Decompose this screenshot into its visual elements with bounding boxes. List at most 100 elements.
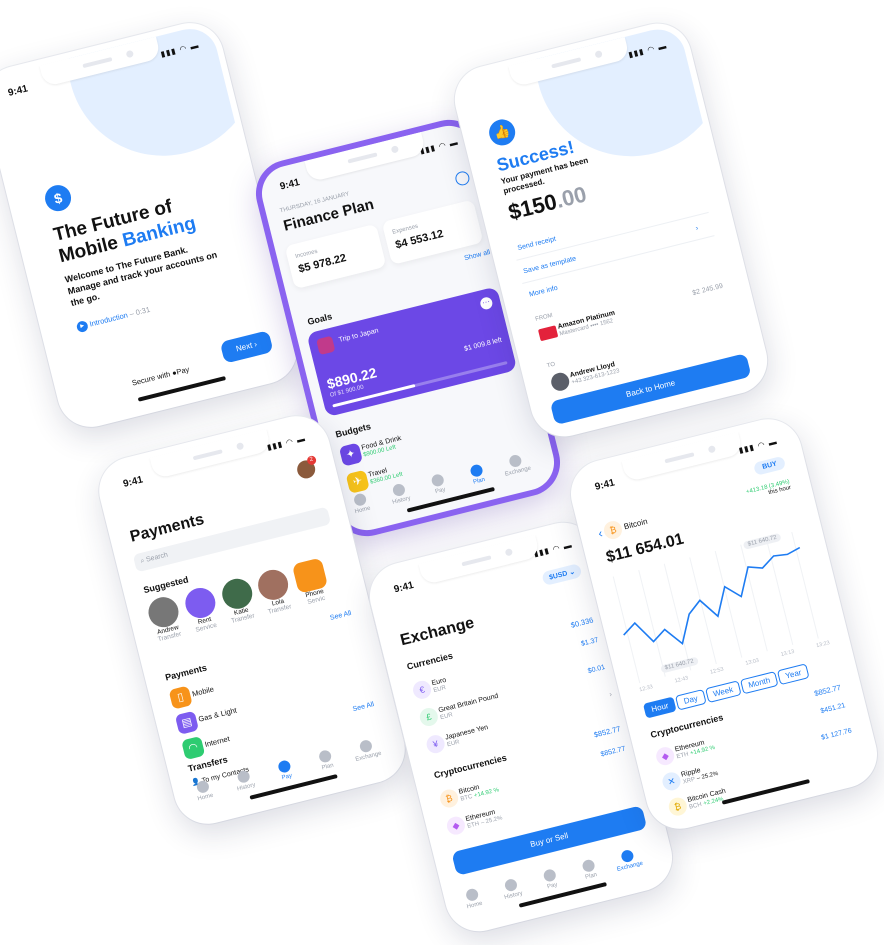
see-all-link[interactable]: See All: [352, 701, 375, 713]
avatar: [549, 370, 572, 393]
building-icon: [181, 584, 219, 622]
notification-badge: 2: [306, 454, 318, 466]
status-time: 9:41: [593, 477, 616, 493]
x-tick-label: 13:13: [780, 648, 796, 659]
next-button[interactable]: Next ›: [219, 330, 274, 364]
suggested-list: Andrew Transfer Rent Service Katie Transfer…: [142, 557, 334, 645]
chart-gridline: [638, 569, 666, 677]
show-all-link[interactable]: Show all: [464, 249, 491, 262]
x-tick-label: 13:23: [815, 640, 831, 650]
introduction-link[interactable]: ▶ Introduction – 0:31: [75, 304, 152, 334]
plan-icon: [469, 463, 484, 478]
home-icon: [195, 779, 211, 795]
status-time: 9:41: [6, 83, 30, 99]
bitcoin-icon: ₿: [602, 519, 625, 541]
pound-icon: £: [417, 706, 440, 728]
tab-history[interactable]: History: [490, 874, 534, 903]
ethereum-icon: ◆: [445, 814, 467, 837]
tab-plan[interactable]: Plan: [568, 855, 612, 884]
ripple-icon: ✕: [660, 770, 683, 793]
mastercard-icon: [537, 325, 559, 342]
payment-item-mobile[interactable]: ▯ Mobile: [168, 680, 217, 710]
incomes-card[interactable]: Incomes $5 978.22: [284, 223, 387, 290]
status-time: 9:41: [392, 579, 415, 596]
signal-icon: ▮▮▮ ◠ ▬: [737, 436, 779, 456]
chart-gridline: [740, 544, 768, 652]
exchange-icon: [508, 453, 523, 469]
welcome-phone: 9:41 ▮▮▮ ◠ ▬ $ The Future of Mobile Bank…: [0, 15, 305, 435]
coin-header: ‹ ₿ Bitcoin: [596, 513, 649, 543]
to-label: TO: [546, 361, 556, 370]
signal-icon: ▮▮▮ ◠ ▬: [418, 137, 460, 156]
thumbs-up-icon: 👍: [486, 116, 518, 149]
chart-gridline: [791, 531, 819, 639]
send-receipt-link[interactable]: Send receipt: [517, 236, 557, 252]
range-hour-button[interactable]: Hour: [642, 696, 677, 719]
budgets-heading: Budgets: [334, 421, 372, 440]
goal-card[interactable]: Trip to Japan ··· $890.22 Of $1 900.00 $…: [306, 286, 518, 418]
chevron-down-icon: ⌄: [568, 568, 576, 577]
settings-icon[interactable]: [453, 169, 471, 187]
range-month-button[interactable]: Month: [739, 671, 779, 695]
wifi-icon: ◠: [181, 735, 206, 761]
status-time: 9:41: [278, 177, 301, 193]
back-to-home-button[interactable]: Back to Home: [549, 353, 752, 426]
from-label: FROM: [534, 312, 554, 323]
x-tick-label: 12:33: [638, 684, 654, 694]
decorative-circle: [47, 23, 279, 176]
tab-pay[interactable]: Pay: [264, 756, 308, 785]
tab-home[interactable]: Home: [451, 884, 495, 913]
x-tick-label: 12:53: [709, 666, 725, 676]
range-year-button[interactable]: Year: [776, 663, 810, 686]
food-icon: ✦: [338, 442, 364, 467]
dollar-icon: $: [42, 182, 74, 214]
euro-icon: €: [411, 678, 433, 701]
x-tick-label: 12:43: [674, 675, 689, 685]
goal-left: $1 009.8 left: [463, 336, 503, 353]
pay-icon: [542, 868, 558, 883]
welcome-screen: 9:41 ▮▮▮ ◠ ▬ $ The Future of Mobile Bank…: [0, 23, 297, 427]
bitcoin-icon: ₿: [438, 787, 461, 810]
history-icon: [503, 877, 519, 893]
save-template-link[interactable]: Save as template ›: [523, 225, 699, 275]
tab-exchange[interactable]: Exchange: [345, 736, 389, 765]
range-week-button[interactable]: Week: [704, 680, 742, 704]
travel-icon: ✈: [345, 469, 370, 494]
goal-thumbnail: [316, 335, 336, 356]
signal-icon: ▮▮▮ ◠ ▬: [532, 540, 574, 559]
home-icon: [352, 492, 368, 507]
range-day-button[interactable]: Day: [675, 689, 707, 711]
pay-icon: [277, 759, 292, 774]
tab-home[interactable]: Home: [182, 776, 226, 805]
bitcoin-cash-icon: ₿: [666, 795, 689, 818]
profile-avatar[interactable]: 2: [295, 454, 318, 481]
gas-light-icon: ▤: [174, 710, 200, 735]
yen-icon: ¥: [424, 733, 447, 756]
plan-icon: [317, 749, 333, 764]
goals-heading: Goals: [306, 311, 334, 327]
see-all-link[interactable]: See All: [329, 610, 352, 622]
exchange-icon: [620, 848, 635, 864]
chart-gridline: [714, 550, 743, 658]
more-icon[interactable]: ···: [479, 296, 494, 311]
tab-pay[interactable]: Pay: [529, 865, 573, 894]
change-readout: +413.18 (3.49%) this hour: [745, 479, 792, 497]
tab-plan[interactable]: Plan: [456, 460, 500, 489]
from-account[interactable]: Amazon Platinum Mastercard •••• 1562 $2 …: [537, 282, 726, 343]
from-balance: $2 245.99: [691, 282, 724, 298]
tab-exchange[interactable]: Exchange: [495, 450, 539, 479]
goal-name: Trip to Japan: [338, 327, 380, 344]
buy-button[interactable]: BUY: [753, 455, 787, 476]
pay-icon: [430, 473, 446, 488]
tab-exchange[interactable]: Exchange: [607, 845, 651, 874]
more-info-link[interactable]: More info: [528, 285, 558, 299]
status-time: 9:41: [122, 474, 145, 490]
currency-selector[interactable]: $USD ⌄: [541, 563, 583, 586]
search-icon: ⌕: [139, 557, 146, 566]
mobile-icon: ▯: [168, 685, 193, 710]
tab-pay[interactable]: Pay: [417, 470, 461, 499]
history-icon: [391, 482, 407, 498]
plan-icon: [581, 858, 596, 874]
coin-name: Bitcoin: [622, 516, 649, 532]
tab-plan[interactable]: Plan: [304, 746, 348, 775]
